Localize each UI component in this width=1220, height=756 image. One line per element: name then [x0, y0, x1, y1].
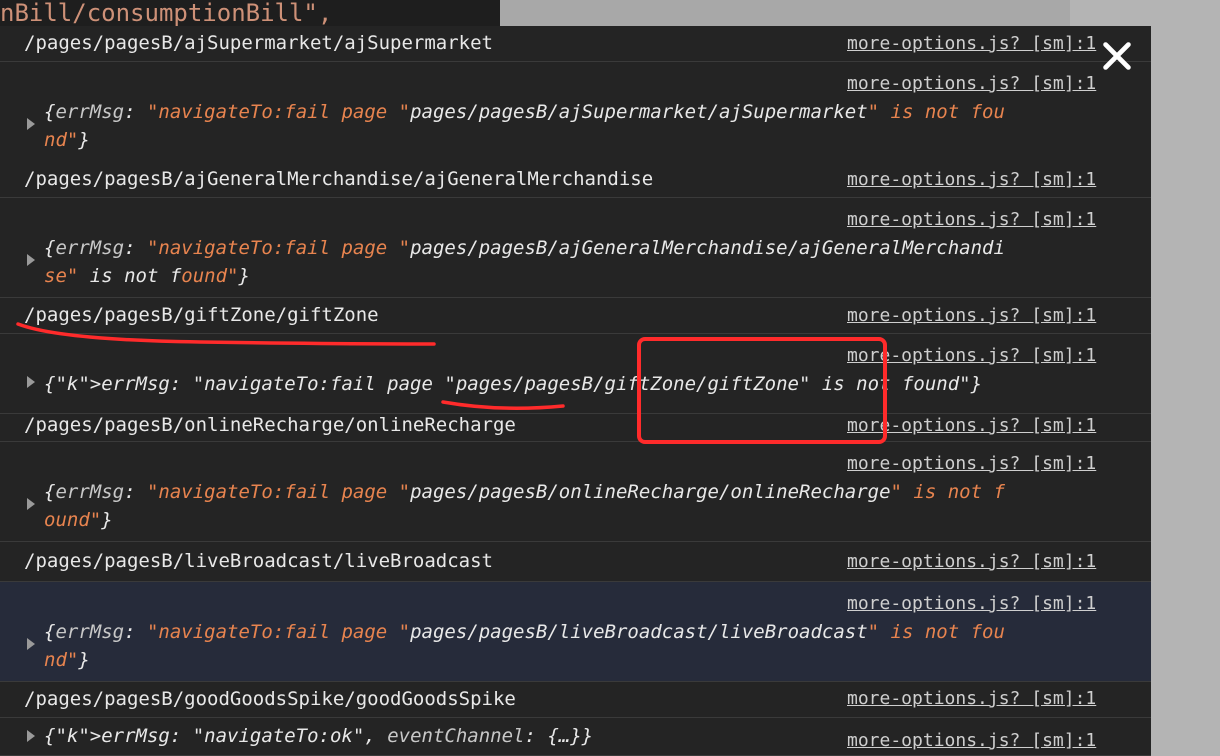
expand-triangle-icon[interactable]: [27, 118, 35, 130]
expand-triangle-icon[interactable]: [27, 254, 35, 266]
error-object: {"k">errMsg: "navigateTo:fail page "page…: [44, 370, 1151, 398]
log-text: /pages/pagesB/liveBroadcast/liveBroadcas…: [24, 550, 493, 572]
error-object: {errMsg: "navigateTo:fail page "pages/pa…: [44, 618, 1151, 674]
error-object-line: {"k">errMsg: "navigateTo:fail page "page…: [44, 373, 983, 395]
expand-triangle-icon[interactable]: [27, 638, 35, 650]
console-object-row: more-options.js? [sm]:1 {errMsg: "naviga…: [0, 442, 1151, 542]
error-object-line: {errMsg: "navigateTo:fail page "pages/pa…: [44, 481, 1005, 503]
source-link[interactable]: more-options.js? [sm]:1: [847, 415, 1096, 436]
error-object: {errMsg: "navigateTo:fail page "pages/pa…: [44, 478, 1151, 534]
close-icon: [1103, 42, 1131, 70]
close-button[interactable]: [1095, 34, 1139, 78]
source-link[interactable]: more-options.js? [sm]:1: [847, 453, 1096, 474]
error-object-line: {errMsg: "navigateTo:fail page "pages/pa…: [44, 101, 1005, 123]
console-panel: /pages/pagesB/ajSupermarket/ajSupermarke…: [0, 26, 1151, 756]
error-object-line: ound"}: [44, 509, 113, 531]
source-link[interactable]: more-options.js? [sm]:1: [847, 688, 1096, 709]
error-object-line: {errMsg: "navigateTo:fail page "pages/pa…: [44, 237, 1005, 259]
expand-triangle-icon[interactable]: [27, 730, 35, 742]
source-link[interactable]: more-options.js? [sm]:1: [847, 33, 1096, 54]
console-object-row: more-options.js? [sm]:1 {errMsg: "naviga…: [0, 582, 1151, 682]
log-text: /pages/pagesB/giftZone/giftZone: [24, 304, 379, 326]
console-object-row: more-options.js? [sm]:1 {"k">errMsg: "na…: [0, 334, 1151, 414]
source-link[interactable]: more-options.js? [sm]:1: [847, 169, 1096, 190]
error-object-line: nd"}: [44, 129, 90, 151]
console-log-row: /pages/pagesB/ajGeneralMerchandise/ajGen…: [0, 162, 1151, 198]
background-editor-area: [500, 0, 1070, 26]
expand-triangle-icon[interactable]: [27, 498, 35, 510]
console-log-row: /pages/pagesB/liveBroadcast/liveBroadcas…: [0, 542, 1151, 582]
background-code-fragment: nBill/consumptionBill",: [0, 0, 500, 26]
log-text: /pages/pagesB/ajGeneralMerchandise/ajGen…: [24, 168, 654, 190]
error-object-line: nd"}: [44, 649, 90, 671]
source-link[interactable]: more-options.js? [sm]:1: [847, 730, 1096, 751]
log-text: /pages/pagesB/ajSupermarket/ajSupermarke…: [24, 32, 493, 54]
console-object-row: more-options.js? [sm]:1 {errMsg: "naviga…: [0, 198, 1151, 298]
error-object-line: se" is not found"}: [44, 265, 250, 287]
source-link[interactable]: more-options.js? [sm]:1: [847, 345, 1096, 366]
log-text: /pages/pagesB/goodGoodsSpike/goodGoodsSp…: [24, 688, 516, 710]
error-object-line: {errMsg: "navigateTo:fail page "pages/pa…: [44, 621, 1005, 643]
source-link[interactable]: more-options.js? [sm]:1: [847, 593, 1096, 614]
ok-object-line: {"k">errMsg: "navigateTo:ok", eventChann…: [44, 725, 594, 747]
error-object: {errMsg: "navigateTo:fail page "pages/pa…: [44, 98, 1151, 154]
source-link[interactable]: more-options.js? [sm]:1: [847, 551, 1096, 572]
source-link[interactable]: more-options.js? [sm]:1: [847, 305, 1096, 326]
source-link[interactable]: more-options.js? [sm]:1: [847, 209, 1096, 230]
console-log-row: /pages/pagesB/ajSupermarket/ajSupermarke…: [0, 26, 1151, 62]
console-log-row: /pages/pagesB/giftZone/giftZone more-opt…: [0, 298, 1151, 334]
log-text: /pages/pagesB/onlineRecharge/onlineRecha…: [24, 414, 516, 436]
error-object: {errMsg: "navigateTo:fail page "pages/pa…: [44, 234, 1151, 290]
expand-triangle-icon[interactable]: [27, 376, 35, 388]
console-log-row: /pages/pagesB/onlineRecharge/onlineRecha…: [0, 406, 1151, 442]
source-link[interactable]: more-options.js? [sm]:1: [847, 73, 1096, 94]
